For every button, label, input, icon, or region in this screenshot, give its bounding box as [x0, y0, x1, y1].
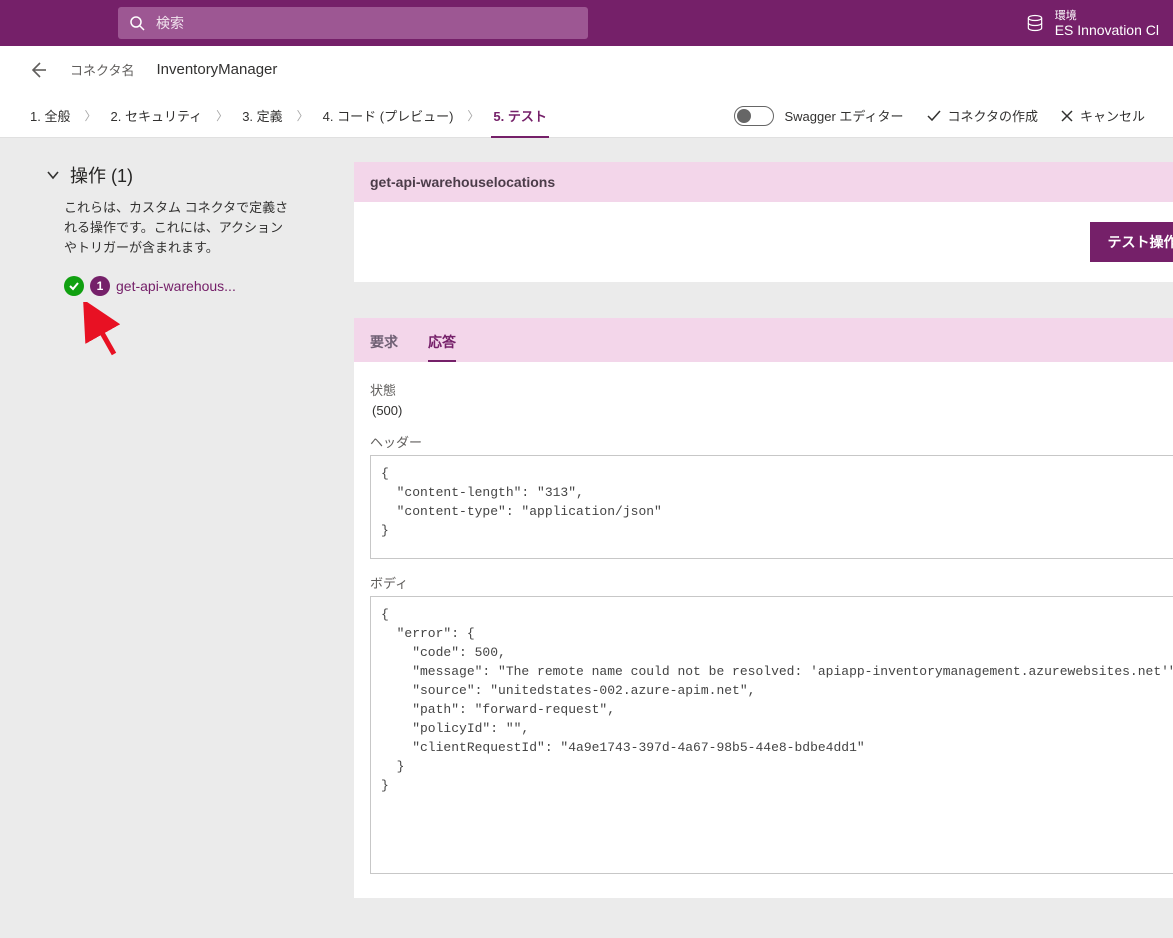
test-operation-button[interactable]: テスト操作: [1090, 222, 1173, 262]
check-icon: [926, 108, 942, 124]
chevron-right-icon: 〉: [84, 107, 96, 124]
annotation-arrow: [82, 302, 324, 363]
operations-description: これらは、カスタム コネクタで定義される操作です。これには、アクションやトリガー…: [64, 198, 294, 258]
wizard-tabs-bar: 1. 全般 〉 2. セキュリティ 〉 3. 定義 〉 4. コード (プレビュ…: [0, 94, 1173, 138]
wizard-tab-code[interactable]: 4. コード (プレビュー): [321, 106, 456, 125]
search-icon: [128, 15, 146, 31]
body-box[interactable]: { "error": { "code": 500, "message": "Th…: [370, 596, 1173, 874]
chevron-right-icon: 〉: [216, 107, 228, 124]
operations-heading-text: 操作 (1): [70, 162, 133, 188]
swagger-editor-toggle[interactable]: Swagger エディター: [734, 106, 903, 126]
operation-panel: get-api-warehouselocations テスト操作: [354, 162, 1173, 282]
app-topbar: 検索 環境 ES Innovation Cl: [0, 0, 1173, 46]
body-label: ボディ: [370, 573, 1173, 592]
wizard-tab-general[interactable]: 1. 全般: [28, 106, 72, 125]
connector-name-label: コネクタ名: [70, 60, 134, 79]
operation-panel-title: get-api-warehouselocations: [354, 162, 1173, 202]
env-label: 環境: [1055, 9, 1159, 23]
connector-header: コネクタ名 InventoryManager: [0, 46, 1173, 94]
back-arrow-icon: [28, 60, 48, 80]
operations-heading[interactable]: 操作 (1): [46, 162, 324, 188]
subtab-response[interactable]: 応答: [428, 332, 456, 362]
operation-count-badge: 1: [90, 276, 110, 296]
headers-box[interactable]: { "content-length": "313", "content-type…: [370, 455, 1173, 559]
env-name: ES Innovation Cl: [1055, 23, 1159, 37]
cancel-button[interactable]: キャンセル: [1060, 106, 1145, 125]
subtab-request[interactable]: 要求: [370, 332, 398, 362]
status-label: 状態: [370, 380, 1173, 399]
wizard-tab-security[interactable]: 2. セキュリティ: [108, 106, 204, 125]
environment-icon: [1025, 13, 1045, 33]
swagger-editor-label: Swagger エディター: [784, 106, 903, 125]
response-panel: 要求 応答 状態 (500) ヘッダー { "content-length": …: [354, 318, 1173, 898]
operation-item[interactable]: 1 get-api-warehous...: [64, 276, 324, 296]
status-ok-icon: [64, 276, 84, 296]
search-placeholder: 検索: [156, 13, 184, 33]
wizard-tab-test[interactable]: 5. テスト: [491, 106, 548, 125]
create-connector-button[interactable]: コネクタの作成: [926, 106, 1038, 125]
close-icon: [1060, 109, 1074, 123]
search-box[interactable]: 検索: [118, 7, 588, 39]
chevron-right-icon: 〉: [297, 107, 309, 124]
environment-picker[interactable]: 環境 ES Innovation Cl: [1025, 9, 1159, 37]
toggle-knob: [737, 109, 751, 123]
chevron-down-icon: [46, 168, 60, 182]
operations-sidebar: 操作 (1) これらは、カスタム コネクタで定義される操作です。これには、アクシ…: [24, 162, 324, 363]
back-button[interactable]: [28, 60, 48, 80]
status-value: (500): [372, 403, 1173, 418]
cancel-label: キャンセル: [1080, 106, 1145, 125]
wizard-tab-definition[interactable]: 3. 定義: [240, 106, 284, 125]
create-connector-label: コネクタの作成: [948, 106, 1038, 125]
connector-name-value: InventoryManager: [156, 61, 277, 78]
chevron-right-icon: 〉: [467, 107, 479, 124]
toggle-switch[interactable]: [734, 106, 774, 126]
headers-label: ヘッダー: [370, 432, 1173, 451]
operation-name: get-api-warehous...: [116, 278, 236, 294]
